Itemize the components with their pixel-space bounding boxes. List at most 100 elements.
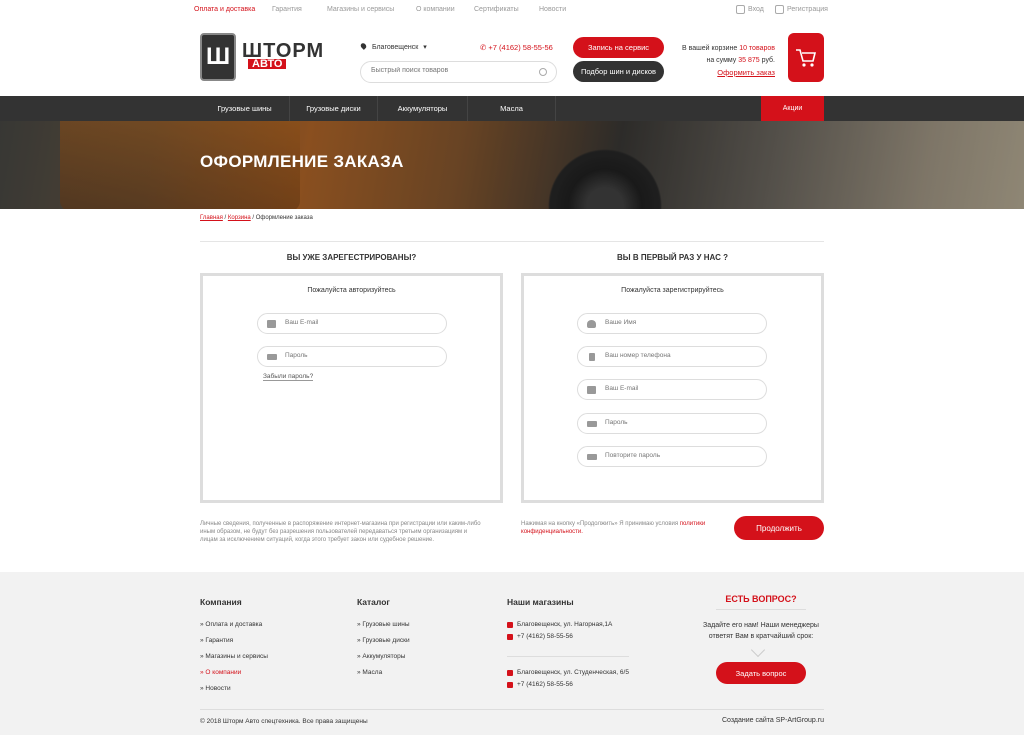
register-name-field bbox=[577, 313, 767, 334]
top-link-warranty[interactable]: Гарантия bbox=[272, 6, 302, 13]
search-icon[interactable] bbox=[539, 68, 547, 76]
home-icon bbox=[507, 621, 513, 628]
logo-mark[interactable]: Ш bbox=[200, 33, 236, 81]
nav-item-oils[interactable]: Масла bbox=[468, 96, 556, 121]
copyright: © 2018 Шторм Авто спецтехника. Все права… bbox=[200, 718, 368, 725]
consent-note: Нажимая на кнопку «Продолжить» Я принима… bbox=[521, 520, 721, 536]
breadcrumb-home[interactable]: Главная bbox=[200, 215, 223, 221]
consent-text: Нажимая на кнопку «Продолжить» Я принима… bbox=[521, 521, 679, 527]
cart-sum-prefix: на сумму bbox=[706, 57, 737, 64]
shop2-phone[interactable]: +7 (4162) 58-55-56 bbox=[507, 681, 573, 688]
register-email-field bbox=[577, 379, 767, 400]
footer-link-about[interactable]: » О компании bbox=[200, 669, 241, 676]
register-label: Регистрация bbox=[787, 6, 828, 13]
breadcrumb: Главная / Корзина / Оформление заказа bbox=[200, 215, 313, 221]
mobile-phone-icon bbox=[589, 353, 595, 361]
question-text: Задайте его нам! Наши менеджеры ответят … bbox=[703, 622, 819, 640]
footer-divider bbox=[200, 709, 824, 710]
login-email-input[interactable] bbox=[285, 319, 435, 326]
tire-selection-button[interactable]: Подбор шин и дисков bbox=[573, 61, 664, 82]
login-password-input[interactable] bbox=[285, 352, 435, 359]
register-repeat-password-input[interactable] bbox=[605, 452, 755, 459]
city-selector[interactable]: Благовещенск ▾ bbox=[359, 42, 427, 51]
register-name-input[interactable] bbox=[605, 319, 755, 326]
service-signup-button[interactable]: Запись на сервис bbox=[573, 37, 664, 58]
nav-item-batteries[interactable]: Аккумуляторы bbox=[378, 96, 468, 121]
login-icon bbox=[736, 5, 745, 14]
chevron-down-icon: ▾ bbox=[423, 44, 427, 51]
register-email-input[interactable] bbox=[605, 385, 755, 392]
phone-icon bbox=[507, 681, 513, 688]
home-icon bbox=[507, 669, 513, 676]
developer-credit[interactable]: Создание сайта SP-ArtGroup.ru bbox=[722, 717, 824, 724]
privacy-note: Личные сведения, полученные в распоряжен… bbox=[200, 521, 481, 543]
register-password-field bbox=[577, 413, 767, 434]
location-pin-icon bbox=[359, 42, 368, 50]
phone-icon bbox=[507, 633, 513, 640]
footer-link-truck-tires[interactable]: » Грузовые шины bbox=[357, 621, 410, 628]
ask-question-button[interactable]: Задать вопрос bbox=[716, 662, 806, 684]
cart-count-prefix: В вашей корзине bbox=[682, 45, 738, 52]
shop2-phone-text: +7 (4162) 58-55-56 bbox=[517, 681, 573, 688]
register-link[interactable]: Регистрация bbox=[775, 5, 828, 14]
search-input[interactable] bbox=[371, 67, 531, 74]
shop1-address: Благовещенск, ул. Нагорная,1А bbox=[507, 621, 612, 628]
nav-item-truck-tires[interactable]: Грузовые шины bbox=[200, 96, 290, 121]
shop1-phone-text: +7 (4162) 58-55-56 bbox=[517, 633, 573, 640]
login-panel bbox=[200, 273, 503, 503]
shop1-phone[interactable]: +7 (4162) 58-55-56 bbox=[507, 633, 573, 640]
footer-link-oils[interactable]: » Масла bbox=[357, 669, 382, 676]
breadcrumb-cart[interactable]: Корзина bbox=[228, 215, 251, 221]
question-title: ЕСТЬ ВОПРОС? bbox=[725, 594, 797, 604]
header-phone[interactable]: ✆ +7 (4162) 58-55-56 bbox=[480, 43, 553, 52]
login-link[interactable]: Вход bbox=[736, 5, 764, 14]
footer-link-shops[interactable]: » Магазины и сервисы bbox=[200, 653, 268, 660]
divider bbox=[200, 241, 824, 242]
top-link-shops[interactable]: Магазины и сервисы bbox=[327, 6, 394, 13]
continue-button[interactable]: Продолжить bbox=[734, 516, 824, 540]
nav-item-truck-wheels[interactable]: Грузовые диски bbox=[290, 96, 378, 121]
register-icon bbox=[775, 5, 784, 14]
shop2-address: Благовещенск, ул. Студенческая, 6/5 bbox=[507, 669, 629, 676]
cart-button[interactable] bbox=[788, 33, 824, 82]
hero-overlay bbox=[0, 121, 1024, 209]
register-phone-field bbox=[577, 346, 767, 367]
footer-link-batteries[interactable]: » Аккумуляторы bbox=[357, 653, 405, 660]
key-icon bbox=[267, 354, 277, 360]
city-label: Благовещенск bbox=[371, 44, 419, 51]
envelope-icon bbox=[587, 386, 596, 394]
footer-shops-title: Наши магазины bbox=[507, 597, 574, 607]
footer-link-truck-wheels[interactable]: » Грузовые диски bbox=[357, 637, 410, 644]
footer-link-news[interactable]: » Новости bbox=[200, 685, 231, 692]
login-section-title: ВЫ УЖЕ ЗАРЕГЕСТРИРОВАНЫ? bbox=[286, 253, 417, 262]
cart-icon bbox=[796, 48, 817, 67]
footer-link-warranty[interactable]: » Гарантия bbox=[200, 637, 233, 644]
envelope-icon bbox=[267, 320, 276, 328]
main-nav: Грузовые шины Грузовые диски Аккумулятор… bbox=[0, 96, 1024, 121]
top-link-certificates[interactable]: Сертификаты bbox=[474, 6, 519, 13]
breadcrumb-current: Оформление заказа bbox=[255, 215, 313, 221]
nav-item-sale[interactable]: Акции bbox=[761, 96, 824, 121]
footer-company-title: Компания bbox=[200, 597, 242, 607]
cart-currency: руб. bbox=[761, 57, 775, 64]
cart-summary: В вашей корзине 10 товаров на сумму 35 8… bbox=[672, 43, 775, 67]
hero-banner: ОФОРМЛЕНИЕ ЗАКАЗА bbox=[0, 121, 1024, 209]
footer-link-delivery[interactable]: » Оплата и доставка bbox=[200, 621, 262, 628]
key-icon bbox=[587, 454, 597, 460]
register-phone-input[interactable] bbox=[605, 352, 755, 359]
login-subtitle: Пожалуйста авторизуйтесь bbox=[307, 287, 396, 294]
question-divider bbox=[716, 609, 806, 610]
forgot-password-link[interactable]: Забыли пароль? bbox=[263, 373, 314, 381]
key-icon bbox=[587, 421, 597, 427]
logo-subtext: АВТО bbox=[248, 59, 287, 70]
header-phone-number: +7 (4162) 58-55-56 bbox=[488, 43, 553, 52]
checkout-link[interactable]: Оформить заказ bbox=[717, 68, 775, 77]
register-password-input[interactable] bbox=[605, 419, 755, 426]
cart-count: 10 товаров bbox=[739, 45, 775, 52]
top-link-delivery[interactable]: Оплата и доставка bbox=[194, 6, 255, 13]
user-icon bbox=[587, 320, 596, 328]
top-link-about[interactable]: О компании bbox=[416, 6, 455, 13]
top-link-news[interactable]: Новости bbox=[539, 6, 566, 13]
footer-catalog-title: Каталог bbox=[357, 597, 390, 607]
login-password-field bbox=[257, 346, 447, 367]
